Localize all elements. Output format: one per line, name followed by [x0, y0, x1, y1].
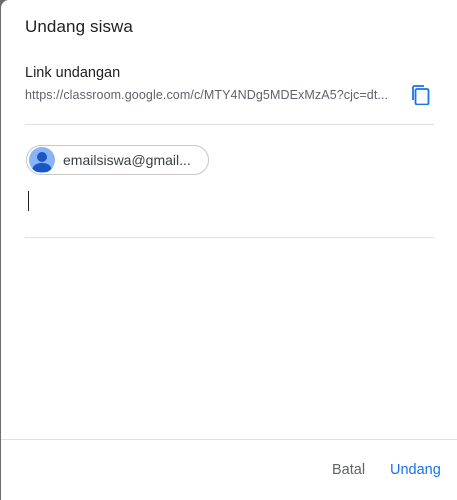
invite-button[interactable]: Undang: [390, 462, 441, 478]
invite-link-label: Link undangan: [25, 65, 121, 81]
invite-link-url[interactable]: https://classroom.google.com/c/MTY4NDg5M…: [25, 88, 395, 102]
invite-students-dialog: Undang siswa Link undangan https://class…: [1, 0, 457, 500]
copy-icon: [412, 84, 430, 110]
footer-divider: [1, 439, 457, 440]
recipient-chip[interactable]: emailsiswa@gmail...: [26, 145, 209, 175]
person-avatar-icon: [29, 147, 55, 173]
input-underline: [25, 237, 434, 238]
cancel-button[interactable]: Batal: [332, 462, 365, 478]
dialog-title: Undang siswa: [25, 17, 133, 36]
section-divider: [25, 124, 434, 125]
copy-link-button[interactable]: [407, 84, 435, 110]
text-input-caret[interactable]: [28, 191, 29, 211]
recipient-email: emailsiswa@gmail...: [63, 152, 191, 168]
